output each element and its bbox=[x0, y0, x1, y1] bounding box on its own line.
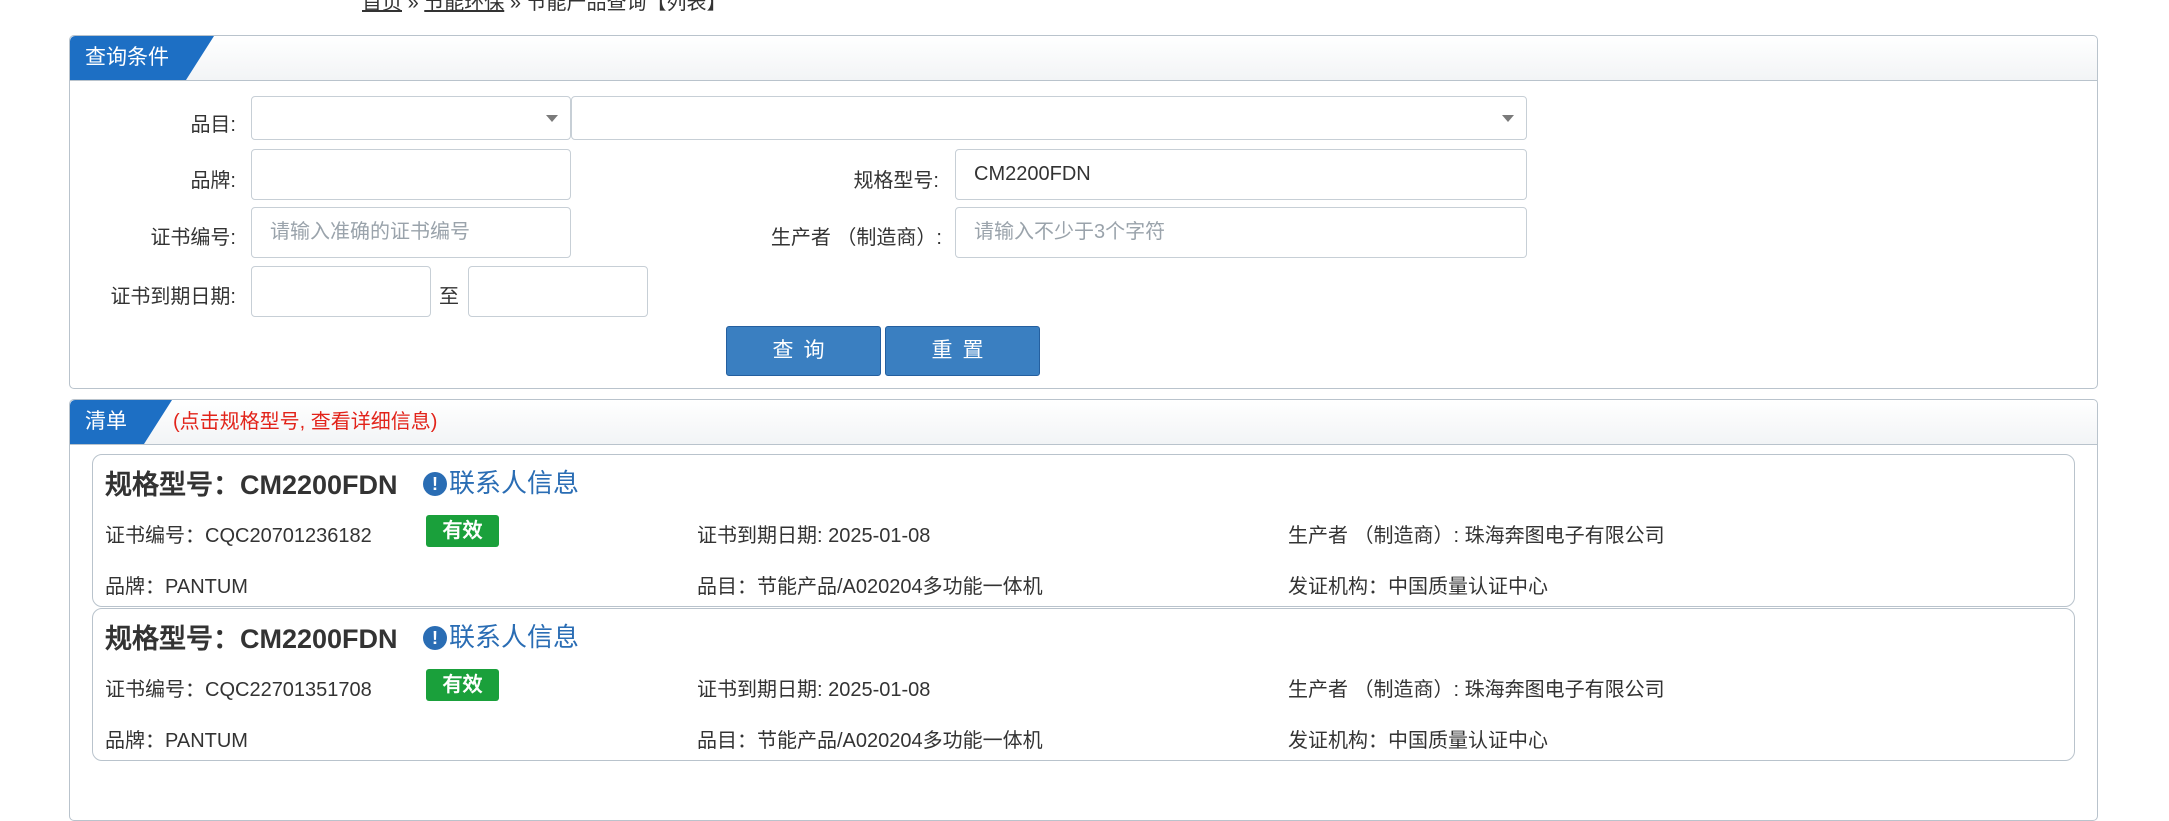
cert-no-input[interactable] bbox=[251, 207, 571, 258]
manufacturer-input[interactable] bbox=[955, 207, 1527, 258]
contact-info-label: 联系人信息 bbox=[449, 468, 580, 498]
query-panel: 查询条件 品目: 品牌: 规格型号: 证书编号: 生产者 （制造商）: 证书到期… bbox=[69, 35, 2098, 389]
status-badge: 有效 bbox=[426, 669, 499, 701]
breadcrumb-section[interactable]: 节能环保 bbox=[424, 0, 504, 14]
list-item: 规格型号：CM2200FDN ! 联系人信息 证书编号：CQC2270135170… bbox=[92, 608, 2075, 761]
issuer-value: 发证机构：中国质量认证中心 bbox=[1288, 576, 1548, 598]
contact-info-label: 联系人信息 bbox=[449, 622, 580, 652]
list-item: 规格型号：CM2200FDN ! 联系人信息 证书编号：CQC2070123618… bbox=[92, 454, 2075, 607]
search-button[interactable]: 查询 bbox=[726, 326, 881, 376]
status-badge: 有效 bbox=[426, 515, 499, 547]
query-panel-header: 查询条件 bbox=[70, 36, 2097, 81]
chevron-down-icon bbox=[1502, 115, 1514, 122]
cert-no-value: 证书编号：CQC20701236182 bbox=[105, 525, 372, 547]
reset-button[interactable]: 重置 bbox=[885, 326, 1040, 376]
model-label: 规格型号: bbox=[853, 170, 939, 192]
category-value: 品目：节能产品/A020204多功能一体机 bbox=[697, 730, 1043, 752]
expiry-to-label: 至 bbox=[439, 286, 459, 308]
brand-input[interactable] bbox=[251, 149, 571, 200]
expiry-value: 证书到期日期: 2025-01-08 bbox=[697, 525, 931, 547]
list-panel-hint: (点击规格型号, 查看详细信息) bbox=[173, 411, 438, 433]
brand-value: 品牌：PANTUM bbox=[105, 730, 248, 752]
expiry-value: 证书到期日期: 2025-01-08 bbox=[697, 679, 931, 701]
list-panel: 清单 (点击规格型号, 查看详细信息) 规格型号：CM2200FDN ! 联系人信… bbox=[69, 399, 2098, 821]
query-panel-title: 查询条件 bbox=[70, 36, 214, 80]
breadcrumb-home[interactable]: 首页 bbox=[362, 0, 402, 14]
expiry-to-input[interactable] bbox=[468, 266, 648, 317]
brand-label: 品牌: bbox=[190, 170, 236, 192]
breadcrumb: 首页 » 节能环保 » 节能产品查询【列表】 bbox=[362, 0, 727, 15]
issuer-value: 发证机构：中国质量认证中心 bbox=[1288, 730, 1548, 752]
info-icon: ! bbox=[423, 626, 447, 650]
breadcrumb-sep: » bbox=[407, 0, 419, 14]
cert-no-label: 证书编号: bbox=[150, 227, 236, 249]
category-value: 品目：节能产品/A020204多功能一体机 bbox=[697, 576, 1043, 598]
info-icon: ! bbox=[423, 472, 447, 496]
manufacturer-label: 生产者 （制造商）: bbox=[770, 227, 942, 249]
expiry-label: 证书到期日期: bbox=[110, 286, 236, 308]
category-select-primary[interactable] bbox=[251, 96, 571, 140]
chevron-down-icon bbox=[546, 115, 558, 122]
model-input[interactable] bbox=[955, 149, 1527, 200]
contact-info-link[interactable]: ! 联系人信息 bbox=[423, 617, 579, 654]
expiry-from-input[interactable] bbox=[251, 266, 431, 317]
manufacturer-value: 生产者 （制造商）: 珠海奔图电子有限公司 bbox=[1288, 525, 1665, 547]
breadcrumb-sep: » bbox=[509, 0, 521, 14]
manufacturer-value: 生产者 （制造商）: 珠海奔图电子有限公司 bbox=[1288, 679, 1665, 701]
category-label: 品目: bbox=[190, 114, 236, 136]
contact-info-link[interactable]: ! 联系人信息 bbox=[423, 463, 579, 500]
category-select-secondary[interactable] bbox=[571, 96, 1527, 140]
breadcrumb-current: 节能产品查询【列表】 bbox=[526, 0, 727, 14]
model-title-link[interactable]: 规格型号：CM2200FDN bbox=[105, 463, 398, 502]
list-panel-title: 清单 bbox=[70, 400, 172, 444]
model-title-link[interactable]: 规格型号：CM2200FDN bbox=[105, 617, 398, 656]
brand-value: 品牌：PANTUM bbox=[105, 576, 248, 598]
cert-no-value: 证书编号：CQC22701351708 bbox=[105, 679, 372, 701]
list-panel-header: 清单 (点击规格型号, 查看详细信息) bbox=[70, 400, 2097, 445]
